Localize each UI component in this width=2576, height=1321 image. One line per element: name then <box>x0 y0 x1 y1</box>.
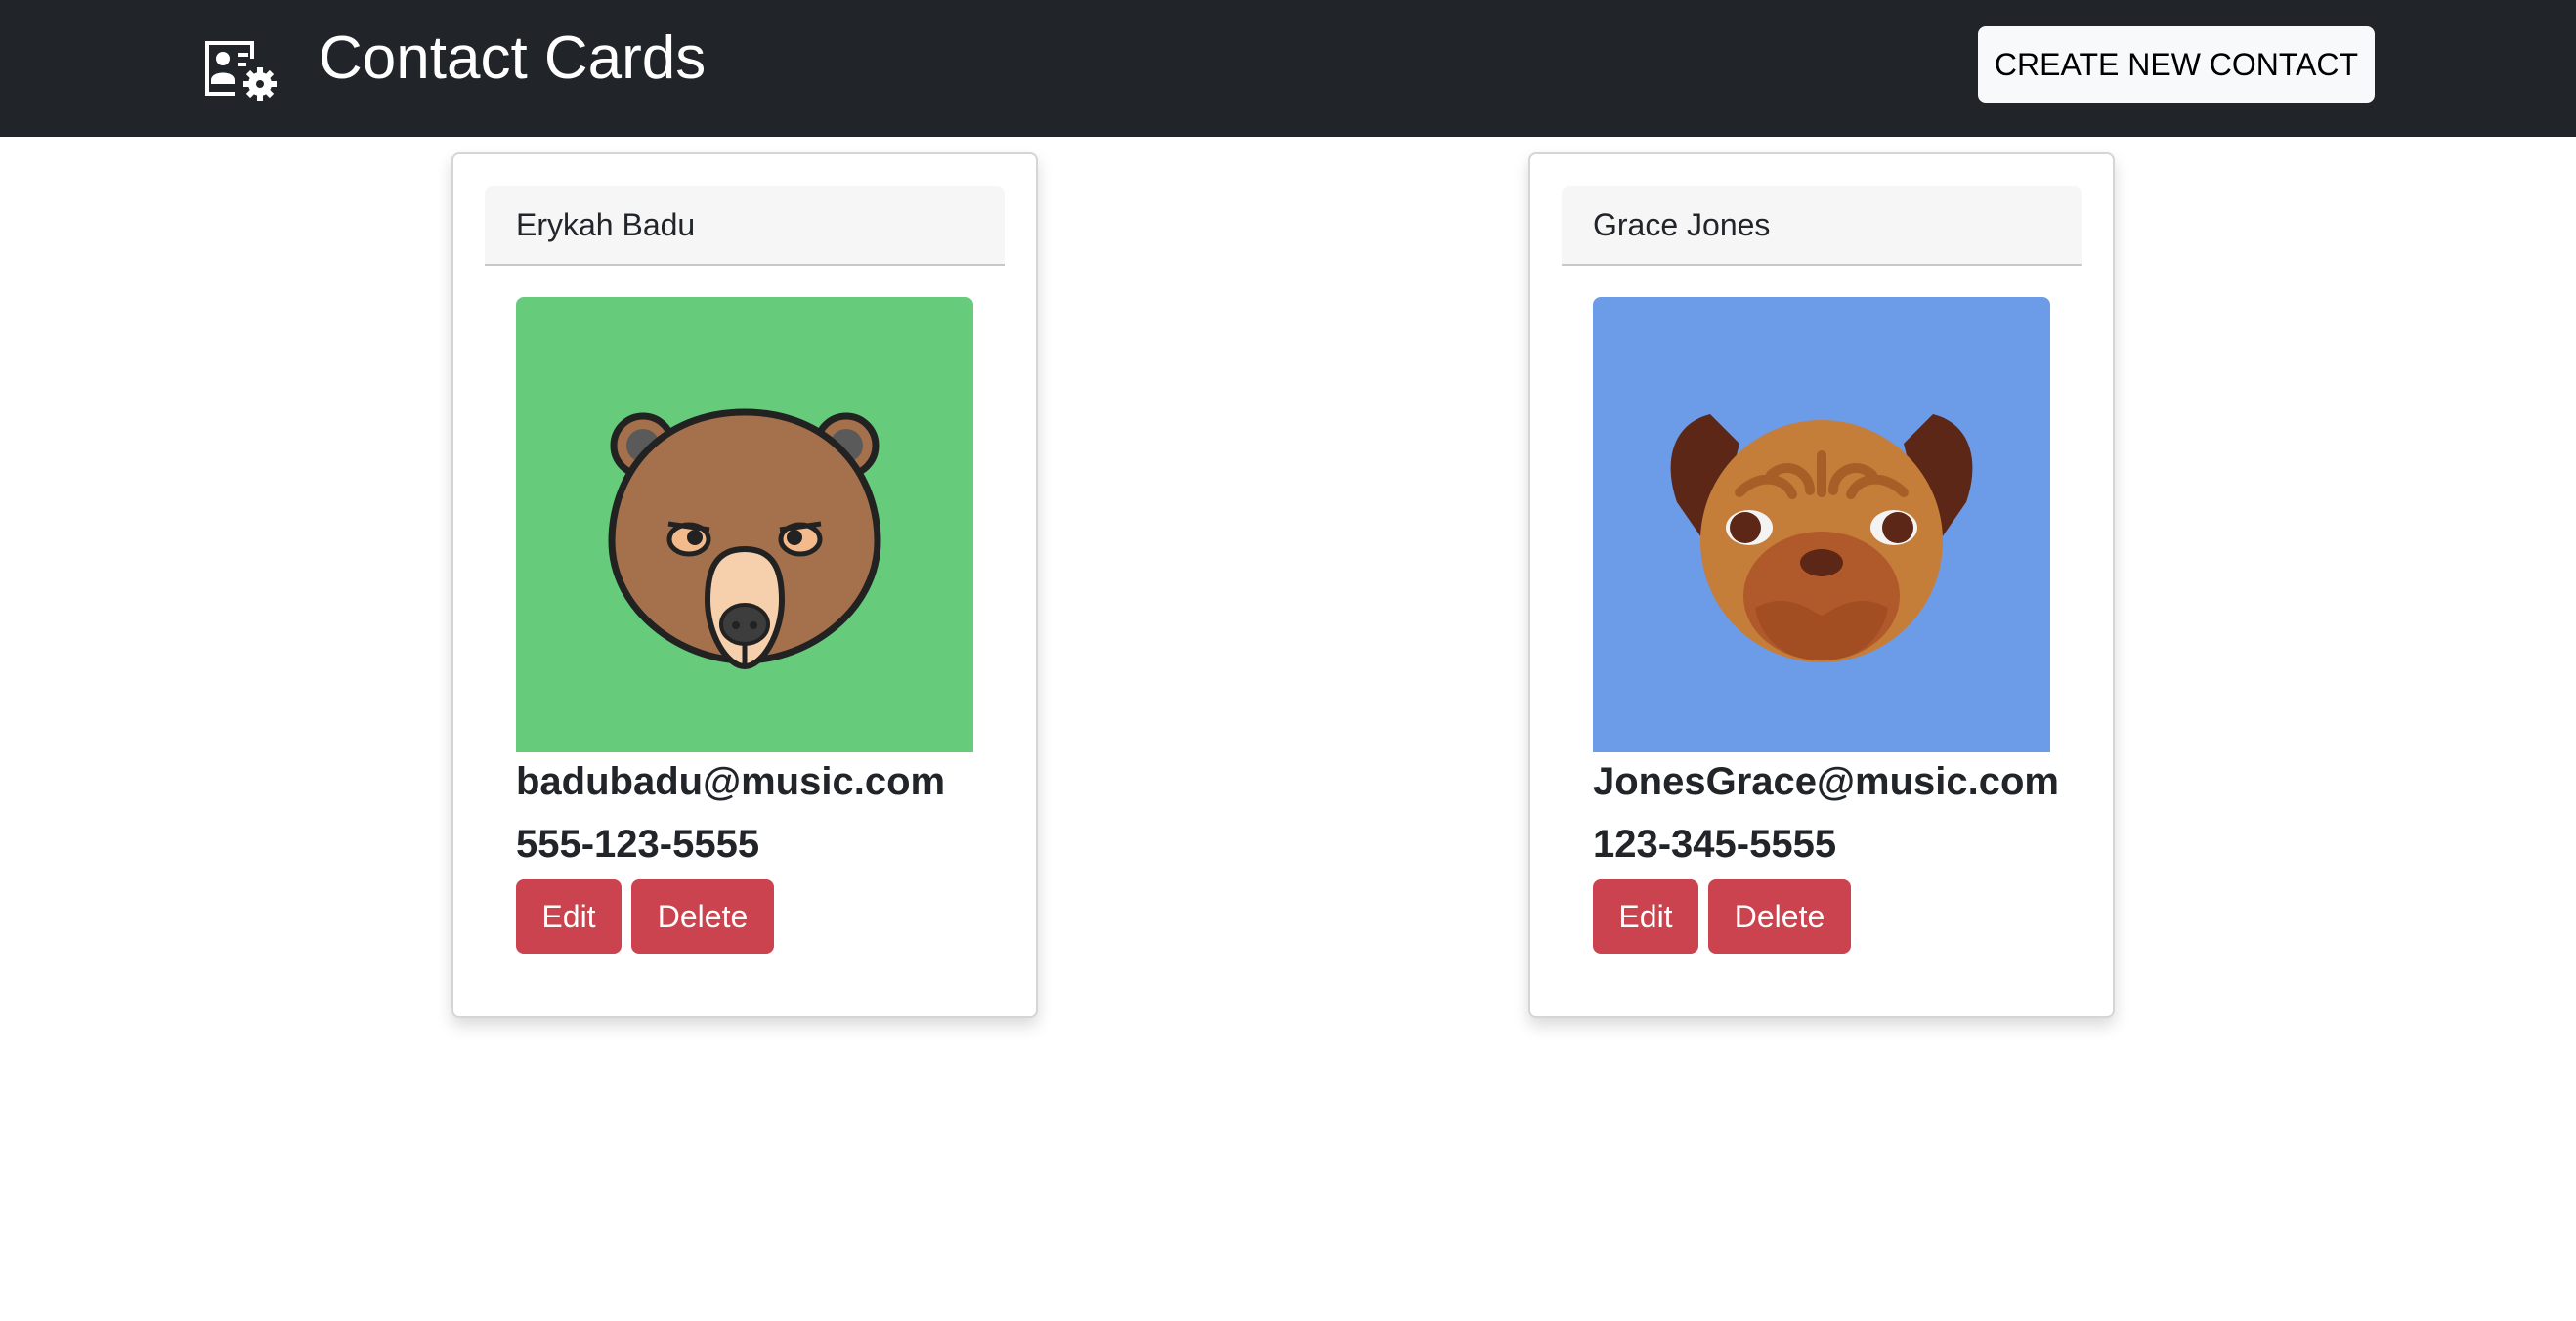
pug-icon <box>1593 297 2050 752</box>
contact-card: Grace Jones JonesGrace@music.com 123-345… <box>1528 152 2115 1018</box>
contact-phone: 123-345-5555 <box>1593 823 1837 866</box>
contact-card: Erykah Badu badubadu@music.com 555-123-5… <box>451 152 1038 1018</box>
contact-email: JonesGrace@music.com <box>1593 760 2059 803</box>
contact-name: Grace Jones <box>1562 186 2082 266</box>
create-new-contact-button[interactable]: CREATE NEW CONTACT <box>1978 26 2375 103</box>
contact-card-icon[interactable] <box>201 33 279 104</box>
contact-avatar <box>516 297 973 752</box>
contact-name: Erykah Badu <box>485 186 1005 266</box>
contact-avatar <box>1593 297 2050 752</box>
app-title: Contact Cards <box>319 24 707 92</box>
bear-icon <box>516 297 973 752</box>
delete-button[interactable]: Delete <box>1708 879 1851 954</box>
edit-button[interactable]: Edit <box>1593 879 1698 954</box>
delete-button[interactable]: Delete <box>631 879 774 954</box>
edit-button[interactable]: Edit <box>516 879 622 954</box>
contact-phone: 555-123-5555 <box>516 823 760 866</box>
contact-email: badubadu@music.com <box>516 760 946 803</box>
top-navbar: Contact Cards CREATE NEW CONTACT <box>0 0 2576 137</box>
